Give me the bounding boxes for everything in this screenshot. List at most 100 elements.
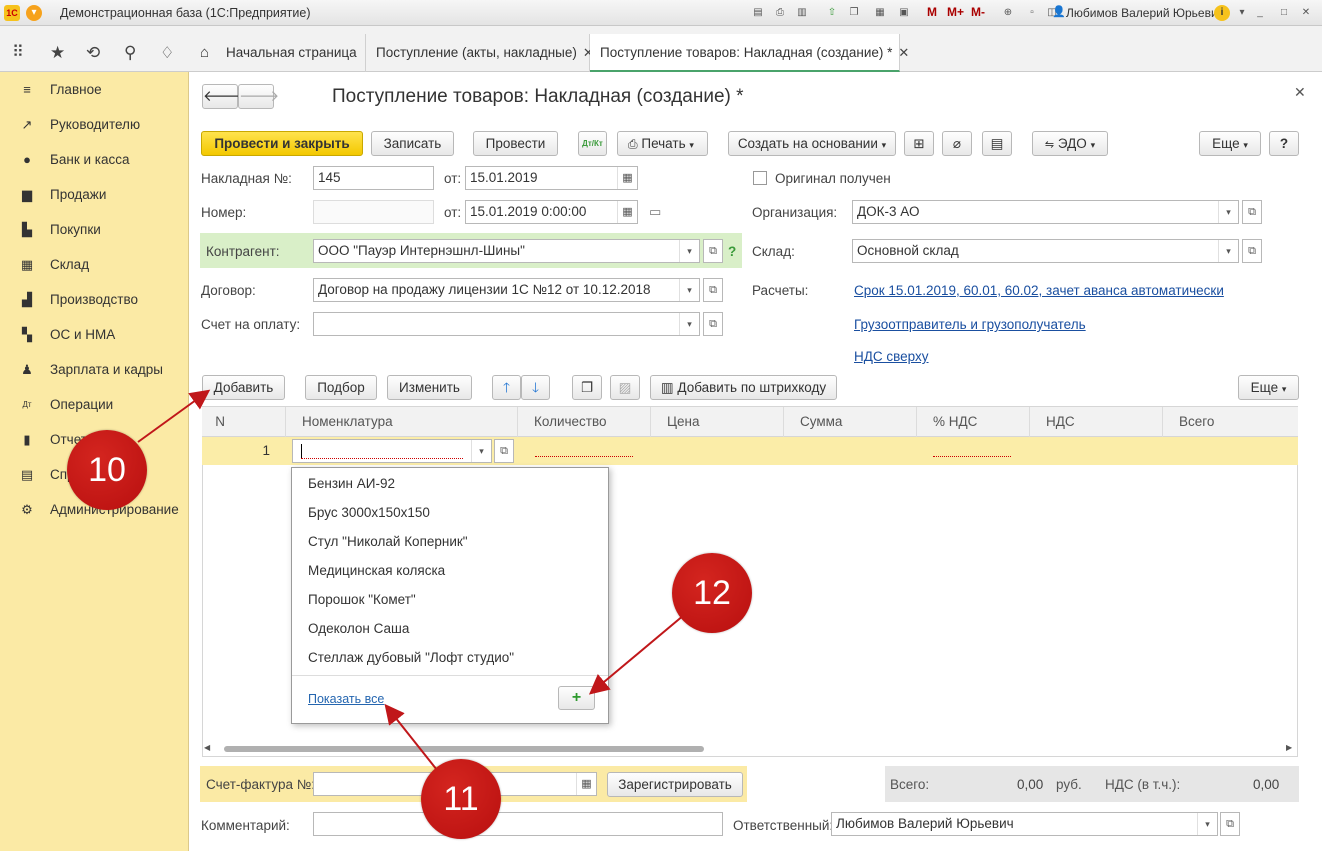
warehouse-input[interactable]: Основной склад ▾ [852,239,1239,263]
print-icon[interactable]: ⎙ [772,5,788,21]
structure-button[interactable]: ⊞ [904,131,934,156]
chevron-down-icon[interactable]: ▾ [1218,240,1238,262]
column-nomenclature[interactable]: Номенклатура [286,407,518,437]
open-contract-button[interactable]: ⧉ [703,278,723,302]
payment-invoice-input[interactable]: ▾ [313,312,700,336]
search-icon[interactable]: ⚲ [124,43,136,63]
move-up-button[interactable]: 🡑 [492,375,521,400]
open-responsible-button[interactable]: ⧉ [1220,812,1240,836]
post-and-close-button[interactable]: Провести и закрыть [201,131,363,156]
open-contractor-button[interactable]: ⧉ [703,239,723,263]
apps-grid-icon[interactable]: ⠿ [12,44,32,62]
chevron-down-icon[interactable]: ▾ [679,240,699,262]
print-button[interactable]: ⎙ Печать ▾ [617,131,708,156]
sidebar-item-assets[interactable]: ▚ ОС и НМА [0,320,189,350]
move-down-button[interactable]: 🡓 [521,375,550,400]
number-date-input[interactable]: 15.01.2019 0:00:00 ▦ [465,200,638,224]
sidebar-item-purchases[interactable]: ▙ Покупки [0,215,189,245]
number-input[interactable] [313,200,434,224]
favorites-star-icon[interactable]: ★ [50,43,65,63]
open-organization-button[interactable]: ⧉ [1242,200,1262,224]
current-user[interactable]: Любимов Валерий Юрьевич [1066,0,1224,26]
save-icon[interactable]: ▤ [750,5,766,21]
chevron-down-icon[interactable]: ▾ [679,279,699,301]
column-total[interactable]: Всего [1163,407,1298,437]
dropdown-item[interactable]: Стеллаж дубовый "Лофт студио" [308,643,514,672]
edit-button[interactable]: Изменить [387,375,472,400]
post-button[interactable]: Провести [473,131,558,156]
sidebar-item-salary[interactable]: ♟ Зарплата и кадры [0,355,189,385]
table-scroll-right[interactable]: ▶ [1286,743,1292,752]
row-nomenclature-input[interactable]: ▾ [292,439,492,463]
register-button[interactable]: Зарегистрировать [607,772,743,797]
sidebar-item-bank[interactable]: ● Банк и касса [0,145,189,175]
close-window-icon[interactable]: ✕ [1298,5,1314,21]
chevron-down-icon[interactable]: ▾ [471,440,491,462]
tab-receipt-invoice[interactable]: Поступление товаров: Накладная (создание… [590,34,909,72]
forward-button[interactable]: 🡒 [238,84,279,109]
save-button[interactable]: Записать [371,131,454,156]
pick-button[interactable]: Подбор [305,375,377,400]
history-icon[interactable]: ⟲ [86,43,100,63]
help-button[interactable]: ? [1269,131,1299,156]
dropdown-item[interactable]: Бензин АИ-92 [308,469,395,498]
add-by-barcode-button[interactable]: ▥ Добавить по штрихкоду [650,375,837,400]
upload-icon[interactable]: ⇧ [824,5,840,21]
dropdown-item[interactable]: Одеколон Саша [308,614,409,643]
dt-kt-button[interactable]: Дт/Кт [578,131,607,156]
paste-row-button[interactable]: ▨ [610,375,640,400]
memory-mplus-button[interactable]: M+ [947,5,964,19]
maximize-icon[interactable]: □ [1276,5,1292,21]
copy-row-button[interactable]: ❐ [572,375,602,400]
calendar-icon[interactable]: ▦ [617,201,637,223]
create-based-on-button[interactable]: Создать на основании ▾ [728,131,896,156]
sidebar-item-warehouse[interactable]: ▦ Склад [0,250,189,280]
column-price[interactable]: Цена [651,407,784,437]
invoice-number-input[interactable]: 145 [313,166,434,190]
create-item-button[interactable]: + [558,686,595,710]
minimize-icon[interactable]: _ [1252,5,1268,21]
contractor-input[interactable]: ООО "Пауэр Интернэшнл-Шины" ▾ [313,239,700,263]
chevron-down-icon[interactable]: ▾ [1234,5,1250,21]
comment-input[interactable] [313,812,723,836]
close-form-icon[interactable]: ✕ [1294,84,1306,101]
sidebar-item-production[interactable]: ▟ Производство [0,285,189,315]
table-row[interactable]: 1 ▾ ⧉ [202,437,1298,465]
column-sum[interactable]: Сумма [784,407,917,437]
sidebar-item-sales[interactable]: ▆ Продажи [0,180,189,210]
sidebar-item-operations[interactable]: Дт Операции [0,390,189,420]
dropdown-item[interactable]: Брус 3000х150х150 [308,498,430,527]
chevron-down-icon[interactable]: ▾ [1218,201,1238,223]
column-n[interactable]: N [202,407,286,437]
original-received-checkbox[interactable] [753,171,767,185]
invoice-date-input[interactable]: 15.01.2019 ▦ [465,166,638,190]
zoom-icon[interactable]: ⊕ [1000,5,1016,21]
calculator-icon[interactable]: ▦ [872,5,888,21]
organization-input[interactable]: ДОК-3 АО ▾ [852,200,1239,224]
copy-icon[interactable]: ❐ [846,5,862,21]
sidebar-item-manager[interactable]: ↗ Руководителю [0,110,189,140]
dropdown-item[interactable]: Порошок "Комет" [308,585,416,614]
doc-lines-icon[interactable]: ▭ [649,204,661,220]
chevron-down-icon[interactable]: ▾ [679,313,699,335]
open-warehouse-button[interactable]: ⧉ [1242,239,1262,263]
responsible-input[interactable]: Любимов Валерий Юрьевич ▾ [831,812,1218,836]
memory-m-button[interactable]: M [927,5,937,19]
open-nomenclature-button[interactable]: ⧉ [494,439,514,463]
column-quantity[interactable]: Количество [518,407,651,437]
add-row-button[interactable]: Добавить [202,375,285,400]
calendar-icon[interactable]: ▦ [576,773,596,795]
more-button[interactable]: Еще ▾ [1199,131,1261,156]
bell-icon[interactable]: ♢ [160,43,174,63]
tab-home[interactable]: ⌂ Начальная страница [190,34,366,72]
table-scroll-left[interactable]: ◀ [204,743,210,752]
tab-receipts-list[interactable]: Поступление (акты, накладные) ✕ [366,34,594,72]
calendar-icon[interactable]: ▦ [617,167,637,189]
close-icon[interactable]: ✕ [898,45,909,60]
dropdown-item[interactable]: Стул "Николай Коперник" [308,527,468,556]
report-button[interactable]: ▤ [982,131,1012,156]
calendar-icon[interactable]: ▣ [896,5,912,21]
open-payment-invoice-button[interactable]: ⧉ [703,312,723,336]
main-menu-icon[interactable]: ▾ [26,5,42,21]
dropdown-item[interactable]: Медицинская коляска [308,556,445,585]
